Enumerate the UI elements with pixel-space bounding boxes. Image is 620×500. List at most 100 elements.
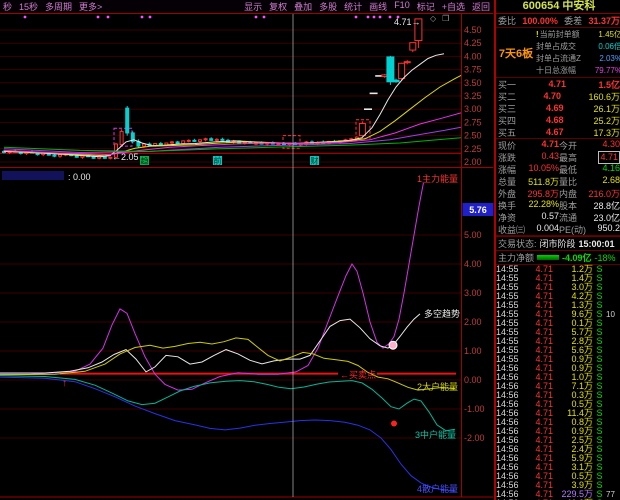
- tick-count: [606, 382, 620, 391]
- signal-dot-red: [391, 421, 397, 427]
- seal-value: 79.77%: [595, 65, 620, 77]
- stock-title[interactable]: 600654 中安科: [496, 0, 620, 14]
- weibi-label: 委比: [498, 14, 516, 27]
- weicha-label: 委差: [564, 14, 582, 27]
- value-tick: -1.00: [464, 404, 485, 414]
- stat-row-2: 涨幅10.05%最低4.16: [496, 163, 620, 175]
- seal-label: 封单占成交: [536, 41, 576, 53]
- price-tick: 2.75: [464, 117, 482, 127]
- tick-count: [606, 346, 620, 355]
- tick-count: [606, 292, 620, 301]
- stat-cell: 收益㈢0.004: [498, 223, 559, 236]
- series-sanhu: [0, 377, 455, 491]
- limit-dot: [263, 16, 266, 19]
- price-tick: 3.25: [464, 91, 482, 101]
- seal-value: 1.45亿: [598, 29, 620, 41]
- price-tick: 4.25: [464, 38, 482, 48]
- tick-count: [606, 472, 620, 481]
- bid-row-2[interactable]: 买二4.70160.6万: [496, 90, 620, 102]
- stat-row-0: 现价4.71今开4.30: [496, 139, 620, 151]
- status-value: 闭市阶段: [540, 237, 576, 250]
- seal-label: 封单占流通Z: [536, 53, 581, 65]
- price-tick: 3.75: [464, 65, 482, 75]
- stat-cell: PE(动)950.2: [559, 223, 620, 236]
- price-tick: 4.00: [464, 51, 482, 61]
- seal-value: 0.06倍: [598, 41, 620, 53]
- price-tick: 2.50: [464, 131, 482, 141]
- tick-count: [606, 391, 620, 400]
- main-net-label: 主力净额: [498, 251, 534, 264]
- weibi-value: 100.00%: [522, 16, 558, 26]
- tick-count: [606, 337, 620, 346]
- limit-dot: [367, 16, 370, 19]
- stat-row-7: 收益㈢0.004PE(动)950.2: [496, 223, 620, 235]
- diamond-icon[interactable]: ◇: [430, 14, 436, 23]
- main-net-pct: -18%: [595, 253, 616, 263]
- bid-row-4[interactable]: 买四4.6825.2万: [496, 114, 620, 126]
- signal-badge-char: 前: [214, 156, 222, 166]
- indicator-label: 多空趋势: [424, 308, 460, 319]
- seal-row-1: 封单占成交 0.06倍: [536, 41, 620, 53]
- tick-count: [606, 373, 620, 382]
- limit-dot: [97, 16, 100, 19]
- indicator-label: 1主力能量: [417, 173, 458, 184]
- main-chart-svg[interactable]: 4.504.254.003.753.503.253.002.752.502.25…: [0, 0, 494, 500]
- tick-count: [606, 445, 620, 454]
- stat-row-1: 涨跌0.43最高4.71: [496, 151, 620, 163]
- indicator-label: 3中户能量: [415, 429, 456, 440]
- seal-order-block: 7天6板 !当前封单额1.45亿封单占成交0.06倍封单占流通Z2.03%十日总…: [496, 28, 620, 78]
- main-net-row: 主力净额 -4.09亿 -18%: [496, 251, 620, 264]
- bid-price: 4.71: [548, 79, 566, 89]
- chart-area[interactable]: 4.504.254.003.753.503.253.002.752.502.25…: [0, 0, 494, 500]
- tick-count: 10: [606, 310, 620, 319]
- tick-count: 77: [606, 490, 620, 499]
- tick-count: [606, 400, 620, 409]
- bid-volume: 17.3万: [593, 126, 620, 139]
- limit-dot: [107, 16, 110, 19]
- value-tick: 1.00: [464, 346, 482, 356]
- limit-dot: [24, 16, 27, 19]
- tick-count: [606, 265, 620, 274]
- stat-label: PE(动): [559, 223, 586, 236]
- seal-value: 2.03%: [599, 53, 620, 65]
- status-label: 交易状态:: [498, 237, 537, 250]
- weibi-row: 委比 100.00% 委差 31.37万: [496, 14, 620, 28]
- tick-count: [606, 364, 620, 373]
- status-time: 15:00:01: [579, 239, 615, 249]
- bid-row-5[interactable]: 买五4.6717.3万: [496, 126, 620, 138]
- limit-dot: [149, 16, 152, 19]
- chart-corner-icons: ◇❒: [430, 14, 449, 23]
- price-tick: 2.00: [464, 157, 482, 167]
- low-price-label: ←2.05: [112, 152, 139, 162]
- value-tick: 4.00: [464, 259, 482, 269]
- price-tick: 2.25: [464, 144, 482, 154]
- price-tick: 3.00: [464, 104, 482, 114]
- limit-dot: [141, 16, 144, 19]
- tick-count: [606, 481, 620, 490]
- tick-count: [606, 418, 620, 427]
- tick-count: [606, 409, 620, 418]
- window-icon[interactable]: ❒: [442, 14, 449, 23]
- value-tick: 3.00: [464, 288, 482, 298]
- price-tick: 3.50: [464, 78, 482, 88]
- bid-row-1[interactable]: 买一4.711.5亿: [496, 78, 620, 90]
- series-zhonghu: [0, 376, 455, 431]
- tick-count: [606, 301, 620, 310]
- quote-panel: 600654 中安科 委比 100.00% 委差 31.37万 7天6板 !当前…: [494, 0, 620, 500]
- bid-queue: 买一4.711.5亿买二4.70160.6万买三4.6926.1万买四4.682…: [496, 78, 620, 138]
- indicator-group: ↑: [0, 180, 456, 491]
- indicator-header-value: : 0.00: [68, 172, 91, 182]
- series-zhuli: [0, 180, 424, 390]
- main-net-value: -4.09亿: [562, 251, 592, 264]
- tick-count: [606, 328, 620, 337]
- stat-row-6: 净资0.57流通23.0亿: [496, 211, 620, 223]
- indicator-label: 4散户能量: [417, 483, 458, 494]
- bid-row-3[interactable]: 买三4.6926.1万: [496, 102, 620, 114]
- signal-badge-char: 趋: [141, 156, 149, 166]
- bid-price: 4.70: [543, 91, 561, 101]
- limit-dot: [373, 16, 376, 19]
- stat-grid: 现价4.71今开4.30涨跌0.43最高4.71涨幅10.05%最低4.16总量…: [496, 138, 620, 236]
- stat-label: 收益㈢: [498, 223, 525, 236]
- bid-price: 4.67: [546, 127, 564, 137]
- tick-trade-list[interactable]: 14:554.711.2万S14:554.711.4万S14:554.713.0…: [496, 264, 620, 500]
